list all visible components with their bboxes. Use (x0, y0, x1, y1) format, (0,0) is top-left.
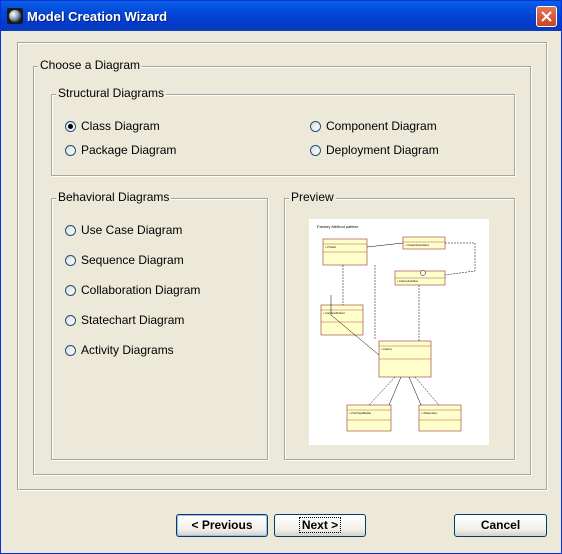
radio-sequence-diagram[interactable]: Sequence Diagram (65, 252, 184, 268)
previous-button-label: < Previous (191, 518, 253, 532)
cancel-button[interactable]: Cancel (454, 514, 547, 537)
radio-label: Component Diagram (326, 119, 437, 133)
radio-use-case-diagram[interactable]: Use Case Diagram (65, 222, 182, 238)
radio-button[interactable] (65, 344, 76, 356)
svg-text:+ ConcreteProduct: + ConcreteProduct (323, 311, 345, 315)
preview-diagram-title: Factory Method pattern (317, 224, 358, 229)
structural-diagrams-group: Structural Diagrams (51, 86, 515, 176)
radio-button[interactable] (65, 284, 76, 296)
preview-group: Preview Factory Method pattern + Product… (284, 190, 515, 460)
radio-label: Collaboration Diagram (81, 283, 201, 297)
structural-diagrams-label: Structural Diagrams (56, 86, 167, 100)
radio-label: Package Diagram (81, 143, 177, 157)
radio-class-diagram[interactable]: Class Diagram (65, 118, 160, 134)
choose-diagram-label: Choose a Diagram (38, 58, 143, 72)
app-icon (7, 8, 23, 24)
next-button-label: Next > (298, 517, 342, 533)
svg-text:+ CreatorAssociation: + CreatorAssociation (405, 243, 430, 247)
radio-label: Class Diagram (81, 119, 160, 133)
radio-label: Deployment Diagram (326, 143, 439, 157)
radio-statechart-diagram[interactable]: Statechart Diagram (65, 312, 184, 328)
radio-label: Activity Diagrams (81, 343, 174, 357)
radio-activity-diagrams[interactable]: Activity Diagrams (65, 342, 174, 358)
radio-component-diagram[interactable]: Component Diagram (310, 118, 437, 134)
previous-button[interactable]: < Previous (176, 514, 268, 537)
window-title: Model Creation Wizard (27, 9, 168, 24)
close-button[interactable] (536, 6, 557, 27)
next-button[interactable]: Next > (274, 514, 366, 537)
radio-button[interactable] (65, 120, 76, 132)
diagram-preview: Factory Method pattern + Product + Creat… (309, 219, 489, 445)
radio-label: Use Case Diagram (81, 223, 183, 237)
svg-text:+ Observatory: + Observatory (421, 411, 438, 415)
radio-button[interactable] (65, 254, 76, 266)
radio-label: Statechart Diagram (81, 313, 185, 327)
close-icon (541, 11, 552, 22)
title-bar[interactable]: Model Creation Wizard (1, 1, 561, 31)
radio-button[interactable] (65, 224, 76, 236)
svg-text:+ Product: + Product (325, 245, 336, 249)
radio-deployment-diagram[interactable]: Deployment Diagram (310, 142, 439, 158)
radio-button[interactable] (310, 120, 321, 132)
radio-button[interactable] (310, 144, 321, 156)
svg-text:+ Factory: + Factory (381, 347, 393, 351)
behavioral-diagrams-label: Behavioral Diagrams (56, 190, 172, 204)
radio-package-diagram[interactable]: Package Diagram (65, 142, 176, 158)
wizard-window: Model Creation Wizard Choose a Diagram S… (0, 0, 562, 554)
radio-button[interactable] (65, 314, 76, 326)
preview-label: Preview (289, 190, 336, 204)
svg-text:+ FactoryInterface: + FactoryInterface (397, 279, 419, 283)
class-diagram-thumbnail: Factory Method pattern + Product + Creat… (317, 224, 476, 432)
radio-collaboration-diagram[interactable]: Collaboration Diagram (65, 282, 200, 298)
radio-label: Sequence Diagram (81, 253, 184, 267)
radio-button[interactable] (65, 144, 76, 156)
svg-text:+ ProtoTypeBuilder: + ProtoTypeBuilder (349, 411, 371, 415)
cancel-button-label: Cancel (480, 518, 521, 532)
